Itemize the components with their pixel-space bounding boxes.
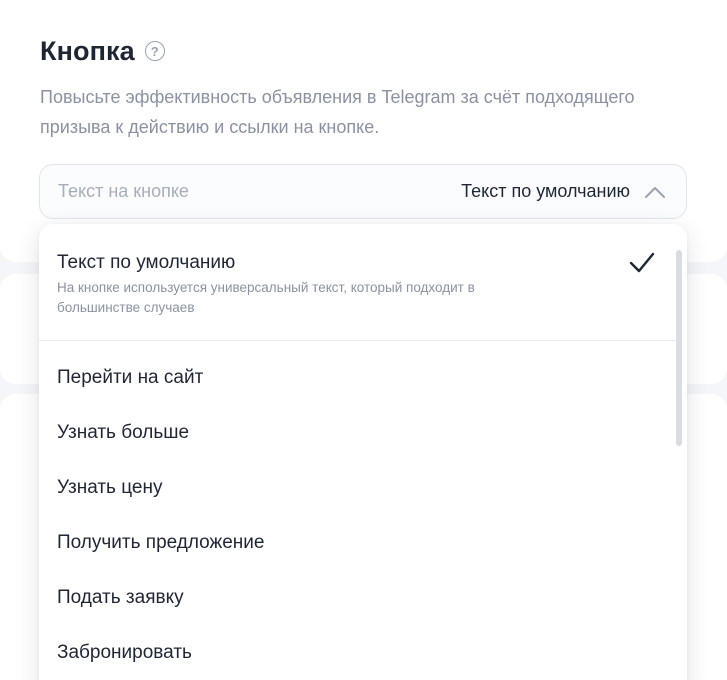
option-submit-request[interactable]: Подать заявку: [39, 571, 675, 626]
option-label: Перейти на сайт: [57, 367, 204, 388]
option-label: Узнать цену: [57, 477, 163, 498]
select-label: Текст на кнопке: [58, 181, 189, 201]
option-go-to-site[interactable]: Перейти на сайт: [39, 351, 675, 406]
button-text-select[interactable]: Текст на кнопке Текст по умолчанию: [39, 164, 687, 219]
option-label: Узнать больше: [57, 422, 190, 443]
option-get-offer[interactable]: Получить предложение: [39, 516, 675, 571]
chevron-up-icon[interactable]: [642, 179, 668, 205]
help-icon[interactable]: ?: [144, 41, 165, 61]
page: Кнопка ? Повысьте эффективность объявлен…: [0, 0, 727, 680]
option-label: Текст по умолчанию: [57, 252, 236, 273]
option-book[interactable]: Забронировать: [39, 626, 675, 680]
option-learn-more[interactable]: Узнать больше: [39, 406, 675, 461]
section-description: Повысьте эффективность объявления в Tele…: [40, 87, 635, 137]
select-value: Текст по умолчанию: [461, 181, 630, 201]
dropdown-menu: Текст по умолчанию На кнопке используетс…: [39, 224, 687, 680]
dropdown-scrollbar[interactable]: [676, 250, 682, 446]
option-label: Подать заявку: [57, 587, 184, 608]
option-get-price[interactable]: Узнать цену: [39, 461, 675, 516]
option-description: На кнопке используется универсальный тек…: [57, 280, 475, 315]
section-header: Кнопка ?: [40, 34, 165, 68]
option-default-text[interactable]: Текст по умолчанию На кнопке используетс…: [39, 224, 675, 340]
check-icon: [629, 252, 655, 273]
divider: [39, 340, 675, 341]
option-label: Получить предложение: [57, 532, 265, 553]
section-title: Кнопка: [40, 35, 135, 66]
option-label: Забронировать: [57, 642, 192, 663]
